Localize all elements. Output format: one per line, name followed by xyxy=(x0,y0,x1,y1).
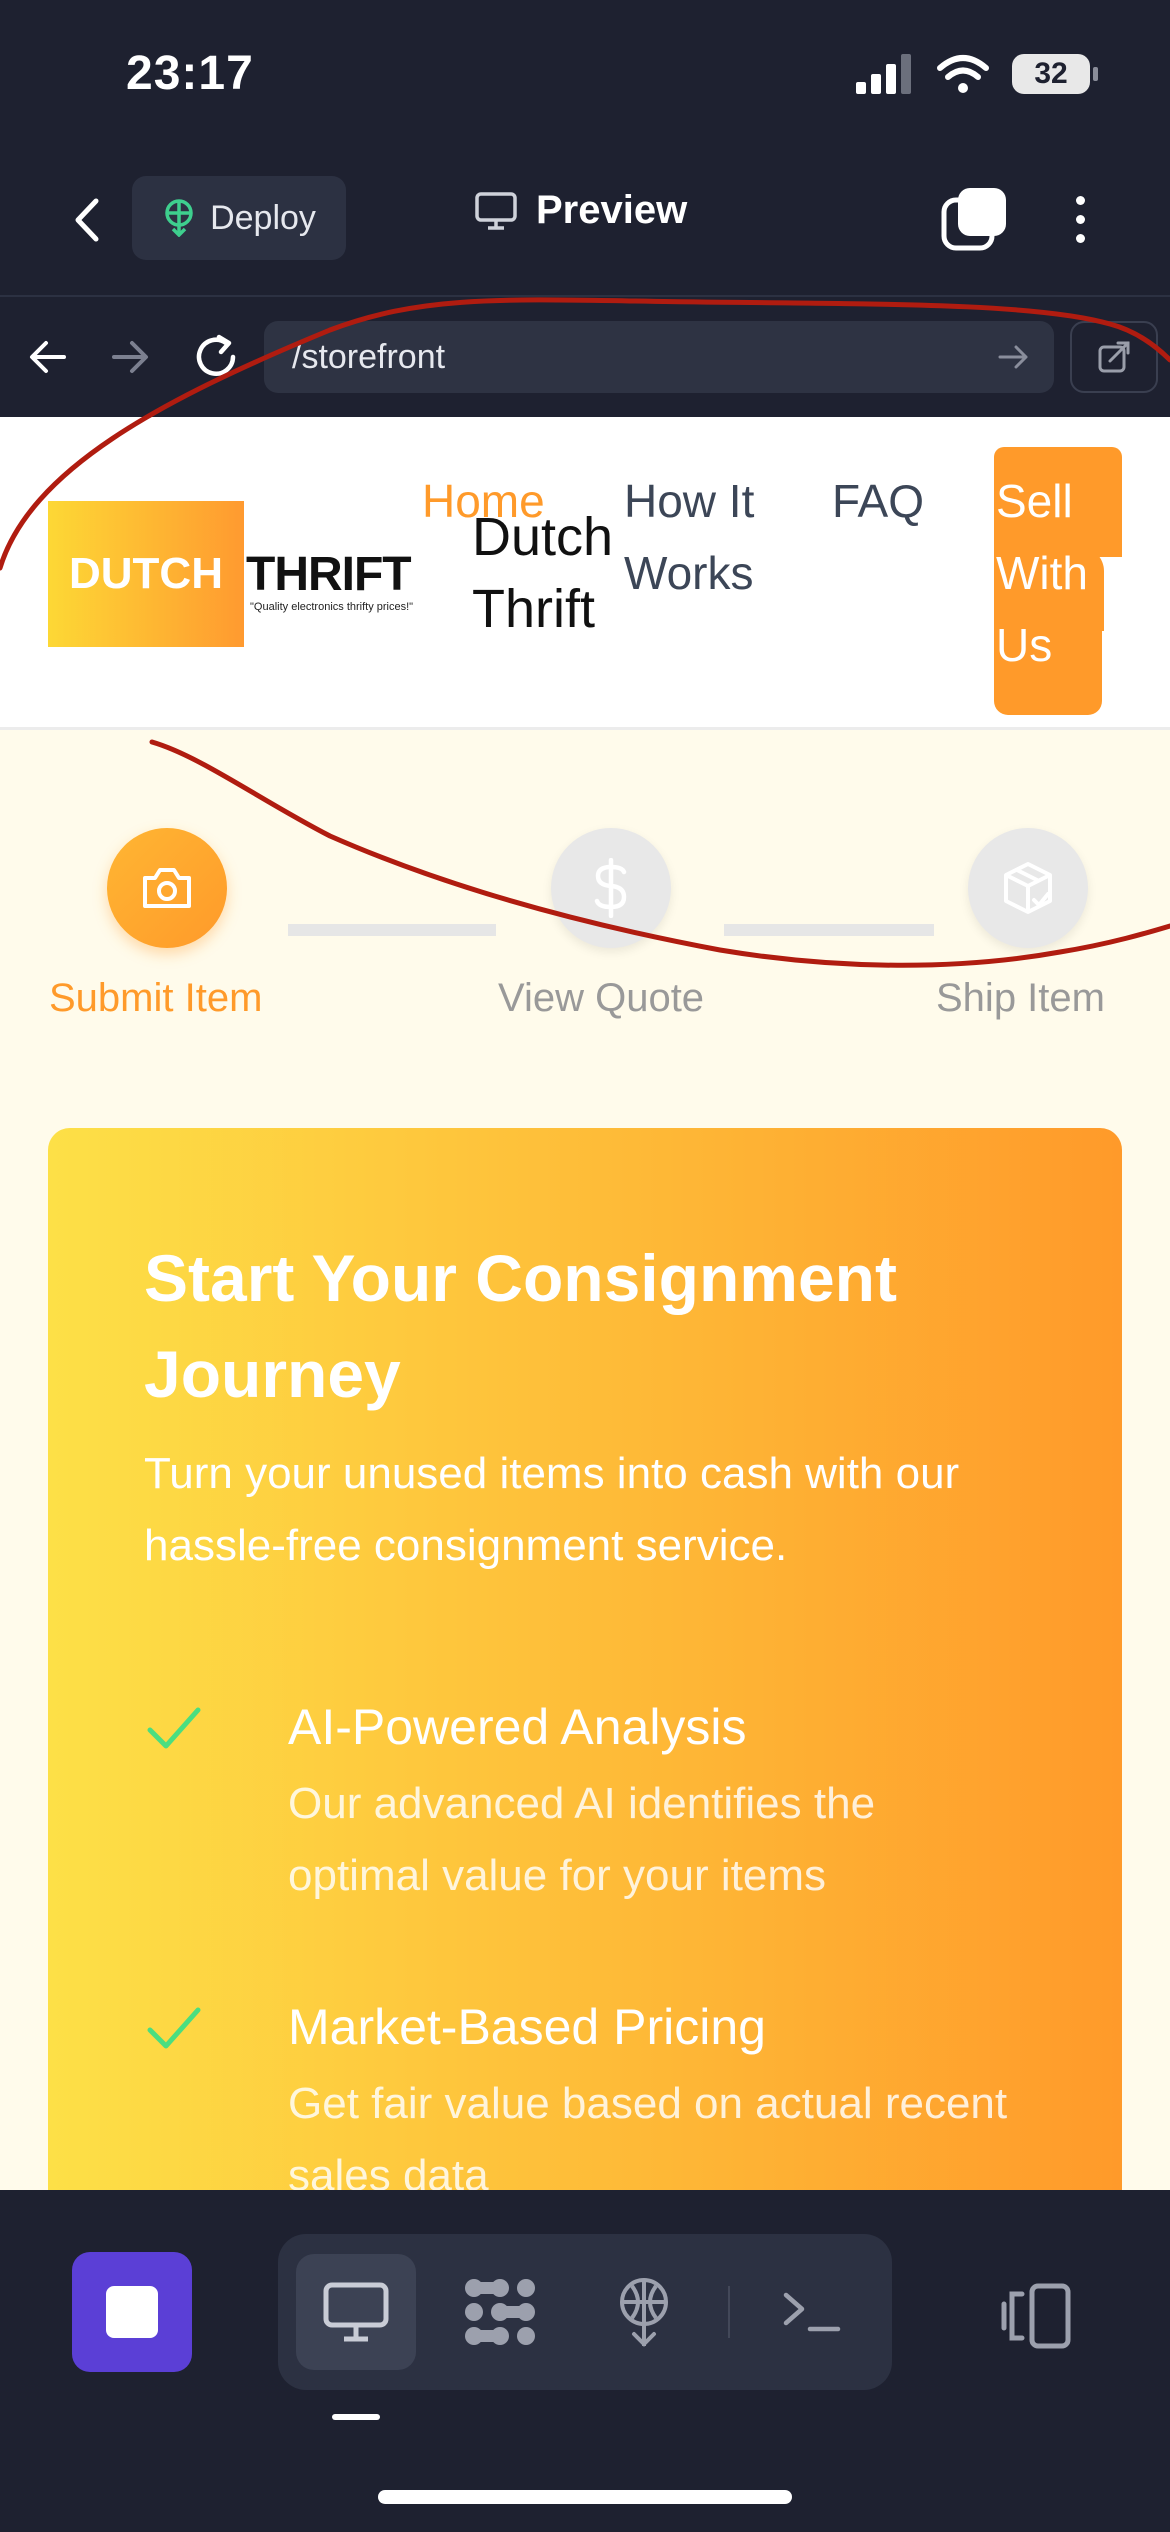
desktop-view-button[interactable] xyxy=(296,2254,416,2370)
view-switcher xyxy=(278,2234,892,2390)
step-ship-item[interactable] xyxy=(968,828,1088,948)
app-bar: Deploy Preview xyxy=(0,150,1170,295)
sell-button-label: Sell With Us xyxy=(996,475,1088,671)
nav-home-link[interactable]: Home xyxy=(422,465,545,537)
home-indicator xyxy=(378,2490,792,2504)
preview-title[interactable]: Preview xyxy=(474,188,687,233)
deploy-label: Deploy xyxy=(210,198,316,237)
browser-forward-button[interactable] xyxy=(100,327,160,387)
more-options-button[interactable] xyxy=(1060,184,1100,254)
status-bar: 23:17 32 xyxy=(0,0,1170,150)
card-title: Start Your Consignment Journey xyxy=(144,1241,897,1411)
segment-divider xyxy=(728,2286,730,2338)
external-link-icon xyxy=(1098,341,1130,373)
more-dot xyxy=(1075,195,1085,205)
deploy-icon xyxy=(165,199,193,237)
deploy-icon xyxy=(620,2278,668,2347)
feature-title: Market-Based Pricing xyxy=(288,1999,766,2055)
logo-word-thrift: THRIFT xyxy=(246,548,412,601)
reload-button[interactable] xyxy=(186,327,246,387)
feature-description: Get fair value based on actual recent sa… xyxy=(288,2079,1008,2190)
stop-button[interactable] xyxy=(72,2252,192,2372)
logo-word-dutch: DUTCH xyxy=(69,549,223,598)
go-arrow-icon[interactable] xyxy=(996,337,1032,377)
browser-toolbar: /storefront xyxy=(0,295,1170,417)
tabs-icon[interactable] xyxy=(940,184,1010,254)
feature-description: Our advanced AI identifies the optimal v… xyxy=(288,1779,876,1900)
wifi-icon xyxy=(937,55,989,93)
nav-faq-link[interactable]: FAQ xyxy=(832,465,924,537)
reload-icon xyxy=(196,334,236,376)
apps-view-button[interactable] xyxy=(440,2254,560,2370)
stop-icon xyxy=(106,2286,158,2338)
url-input[interactable]: /storefront xyxy=(264,321,1054,393)
arrow-right-icon xyxy=(112,341,148,373)
nav-how-it-works-link[interactable]: How It Works xyxy=(624,465,804,609)
device-toggle-icon[interactable] xyxy=(996,2280,1076,2352)
consignment-card: Start Your Consignment Journey Turn your… xyxy=(48,1128,1122,2190)
battery-icon: 32 xyxy=(1012,54,1098,94)
camera-icon xyxy=(143,868,191,908)
step-submit-item[interactable] xyxy=(107,828,227,948)
site-header: DUTCH THRIFT "Quality electronics thrift… xyxy=(0,417,1170,730)
back-button[interactable] xyxy=(62,190,112,250)
preview-label: Preview xyxy=(536,188,688,232)
deploy-view-button[interactable] xyxy=(584,2254,704,2370)
logo[interactable]: DUTCH xyxy=(48,501,244,647)
step-connector xyxy=(724,924,934,936)
apps-icon xyxy=(465,2279,535,2345)
package-icon xyxy=(1004,862,1052,914)
check-icon xyxy=(147,1707,201,1749)
more-dot xyxy=(1075,214,1085,224)
more-dot xyxy=(1075,233,1085,243)
step-view-quote[interactable] xyxy=(551,828,671,948)
check-icon xyxy=(147,2007,201,2049)
dollar-icon xyxy=(594,858,627,918)
open-external-button[interactable] xyxy=(1070,321,1158,393)
status-time: 23:17 xyxy=(126,47,254,100)
step-label: Ship Item xyxy=(936,976,1105,1020)
feature-title: AI-Powered Analysis xyxy=(288,1699,747,1755)
card-description: Turn your unused items into cash with ou… xyxy=(144,1449,960,1570)
bottom-toolbar xyxy=(0,2190,1170,2532)
deploy-button[interactable]: Deploy xyxy=(132,176,346,260)
logo-tagline: "Quality electronics thrifty prices!" xyxy=(250,601,414,613)
desktop-icon xyxy=(323,2282,389,2342)
browser-back-button[interactable] xyxy=(18,327,78,387)
chevron-left-icon xyxy=(75,198,99,242)
active-view-indicator xyxy=(332,2414,380,2420)
url-text: /storefront xyxy=(292,337,446,376)
monitor-icon xyxy=(475,191,517,230)
step-label: View Quote xyxy=(498,976,705,1020)
step-label: Submit Item xyxy=(49,976,263,1020)
status-icons: 32 xyxy=(856,54,1098,94)
arrow-left-icon xyxy=(30,341,66,373)
step-connector xyxy=(288,924,496,936)
terminal-icon xyxy=(783,2292,841,2332)
signal-icon xyxy=(856,54,911,94)
main-content: Submit Item View Quote Ship Item Start Y… xyxy=(0,730,1170,2190)
terminal-view-button[interactable] xyxy=(752,2254,872,2370)
